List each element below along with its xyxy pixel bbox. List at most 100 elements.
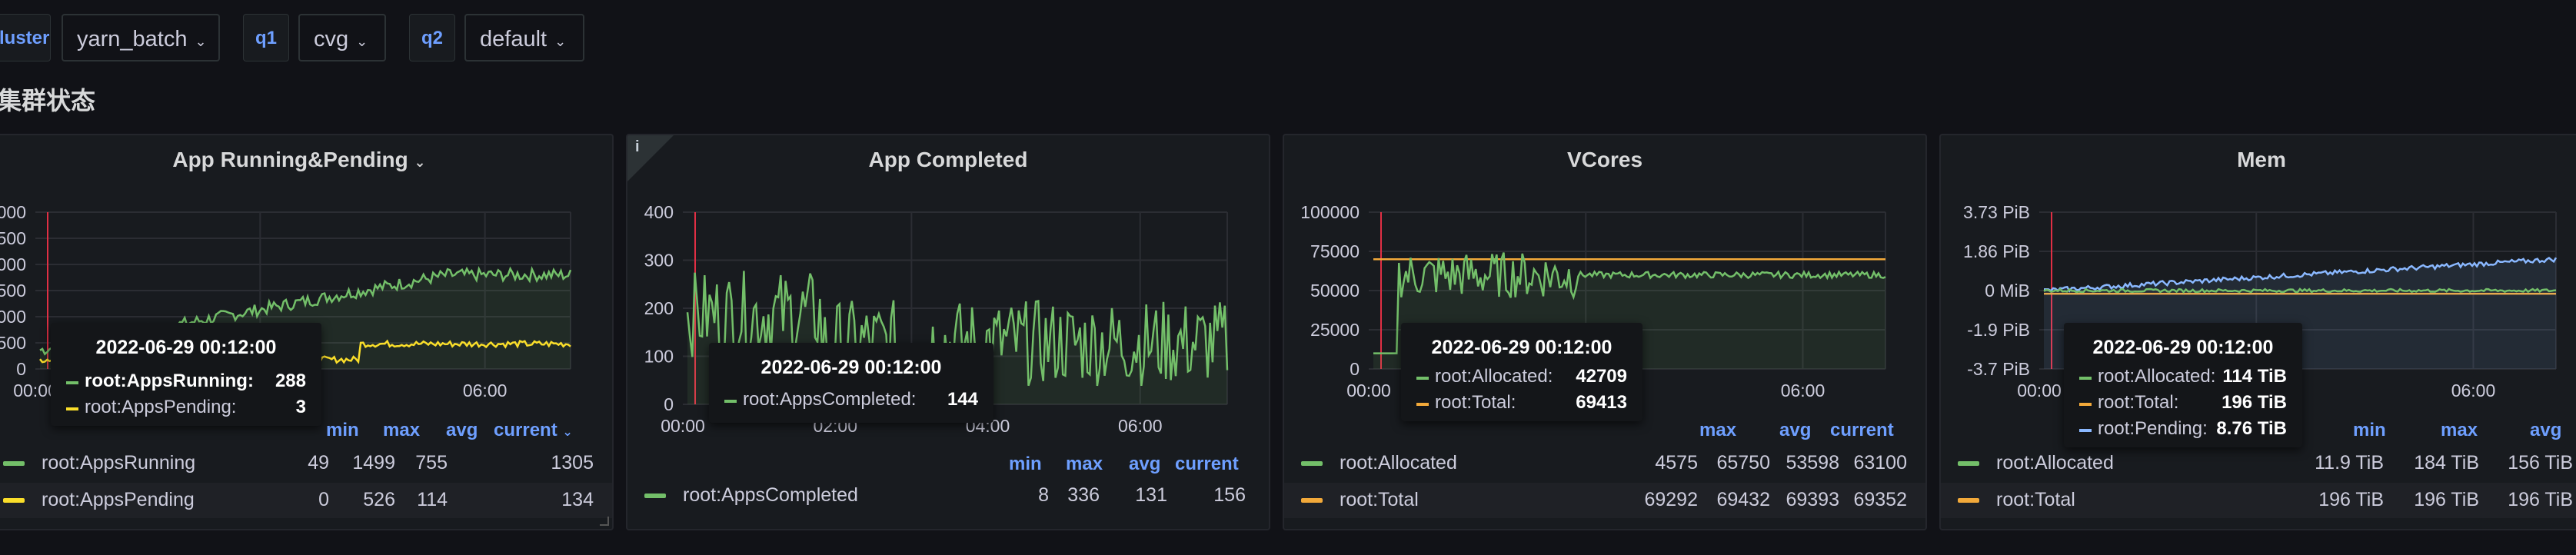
legend-header-current[interactable]: current	[1830, 420, 1894, 441]
legend-current: 69352	[1853, 489, 1907, 510]
tooltip-row: root:Total: 69413	[1416, 392, 1627, 417]
y-tick-label: 0	[1350, 359, 1360, 379]
variable-label-q2: q2	[409, 14, 455, 61]
y-tick-label: 300	[644, 251, 674, 271]
series-swatch	[2079, 429, 2092, 432]
y-tick-label: 3.73 PiB	[1963, 202, 2030, 222]
series-swatch	[1958, 498, 1979, 503]
tooltip-time: 2022-06-29 00:12:00	[2092, 337, 2274, 358]
panel-mem[interactable]: Mem 3.73 PiB 1.86 PiB 0 MiB -1.9 PiB -3.7 Pi…	[1939, 134, 2576, 530]
legend-header-max[interactable]: max	[1699, 420, 1736, 441]
legend-row[interactable]: root:AppsCompleted 8 336 131 156	[627, 478, 1269, 513]
legend-header-max[interactable]: max	[383, 420, 420, 441]
legend-min: 196 TiB	[2318, 489, 2384, 510]
y-tick-label: -1.9 PiB	[1967, 320, 2030, 340]
legend-header-avg[interactable]: avg	[2530, 420, 2561, 441]
legend-min: 11.9 TiB	[2315, 452, 2384, 474]
tooltip-series-name: root:Allocated:	[2098, 366, 2216, 387]
legend-max: 65750	[1716, 452, 1770, 474]
legend-header-min[interactable]: min	[2353, 420, 2386, 441]
legend-avg: 131	[1135, 484, 1167, 506]
x-tick-label: 06:00	[1118, 416, 1163, 436]
legend-header-avg[interactable]: avg	[446, 420, 478, 441]
legend-header-max[interactable]: max	[2441, 420, 2478, 441]
tooltip-row: root:AppsCompleted: 144	[724, 389, 978, 414]
legend-max: 526	[363, 489, 395, 510]
tooltip-row: root:AppsPending: 3	[66, 397, 306, 421]
panel-resize-handle[interactable]	[600, 517, 609, 526]
legend-min: 8	[1038, 484, 1049, 506]
legend-series-name: root:AppsCompleted	[683, 484, 858, 506]
legend-series-name: root:Total	[1340, 489, 1419, 510]
legend-avg: 156 TiB	[2508, 452, 2573, 474]
chevron-down-icon: ⌄	[195, 34, 207, 49]
y-tick-label: 500	[0, 333, 26, 353]
x-tick-label: 00:00	[661, 416, 705, 436]
legend-header-avg[interactable]: avg	[1129, 454, 1160, 475]
tooltip-row: root:Allocated: 42709	[1416, 366, 1627, 390]
legend-header-avg[interactable]: avg	[1779, 420, 1811, 441]
x-tick-label: 06:00	[2451, 381, 2496, 400]
legend-series-name: root:Allocated	[1340, 452, 1457, 474]
series-swatch	[1416, 403, 1429, 406]
legend-max: 184 TiB	[2414, 452, 2479, 474]
graph-tooltip: 2022-06-29 00:12:00 root:AppsRunning: 288…	[51, 323, 321, 426]
legend-row[interactable]: root:Total 69292 69432 69393 69352	[1284, 483, 1925, 518]
legend-row[interactable]: root:AppsRunning 49 1499 755 1305	[0, 446, 612, 481]
legend-header-max[interactable]: max	[1066, 454, 1103, 475]
y-tick-label: 400	[644, 202, 674, 222]
series-swatch	[66, 381, 78, 384]
tooltip-series-value: 196 TiB	[2222, 392, 2287, 413]
y-tick-label: 1.86 PiB	[1963, 241, 2030, 261]
variable-label-cluster: luster	[0, 14, 51, 61]
series-swatch	[2079, 377, 2092, 380]
x-tick-label: 06:00	[1781, 381, 1825, 400]
x-tick-label: 00:00	[2017, 381, 2062, 400]
series-swatch	[1301, 461, 1323, 466]
graph-tooltip: 2022-06-29 00:12:00 root:Allocated: 42709…	[1401, 323, 1642, 421]
y-tick-label: 000	[0, 202, 26, 222]
panel-vcores[interactable]: VCores 100000 75000 50000 25000 0 00:00 06:00 …	[1283, 134, 1927, 530]
y-tick-label: -3.7 PiB	[1967, 359, 2030, 379]
variable-select-cluster[interactable]: yarn_batch ⌄	[62, 14, 220, 61]
graph-area[interactable]: 400300200100000:00 02:00 04:00 06:00	[627, 135, 1270, 530]
x-tick-label: 06:00	[463, 381, 508, 400]
y-tick-label: 0 MiB	[1985, 281, 2030, 301]
legend-row[interactable]: root:Allocated 11.9 TiB 184 TiB 156 TiB	[1941, 446, 2576, 481]
legend-header-current-text: current	[494, 420, 557, 440]
tooltip-series-value: 288	[275, 371, 306, 391]
panel-app-running-pending[interactable]: App Running&Pending ⌄ 000500000500000500…	[0, 134, 614, 530]
variable-value-cluster: yarn_batch	[77, 27, 188, 52]
series-swatch	[3, 461, 25, 466]
tooltip-series-name: root:Allocated:	[1435, 366, 1553, 387]
legend-header-min[interactable]: min	[326, 420, 359, 441]
legend-header-min[interactable]: min	[1009, 454, 1042, 475]
legend-row[interactable]: root:Total 196 TiB 196 TiB 196 TiB	[1941, 483, 2576, 518]
row-title[interactable]: 集群状态	[0, 81, 95, 117]
legend-header-current[interactable]: current ⌄	[494, 420, 573, 441]
legend-min: 0	[318, 489, 329, 510]
series-swatch	[3, 498, 25, 503]
variable-select-q1[interactable]: cvg ⌄	[298, 14, 386, 61]
tooltip-series-name: root:Total:	[1435, 392, 1516, 413]
legend-current: 1305	[551, 452, 594, 474]
y-tick-label: 50000	[1310, 281, 1360, 301]
legend-current: 134	[561, 489, 594, 510]
legend-row[interactable]: root:Allocated 4575 65750 53598 63100	[1284, 446, 1925, 481]
series-swatch	[66, 407, 78, 410]
legend-max: 69432	[1716, 489, 1770, 510]
legend-min: 69292	[1644, 489, 1698, 510]
series-swatch	[1301, 498, 1323, 503]
panel-app-completed[interactable]: i App Completed 400 300 200 100 0 00:00 02:00 0…	[626, 134, 1270, 530]
tooltip-series-value: 144	[947, 389, 978, 410]
series-swatch	[1416, 377, 1429, 380]
legend-series-name: root:Total	[1996, 489, 2075, 510]
legend-max: 1499	[352, 452, 395, 474]
graph-tooltip: 2022-06-29 00:12:00 root:AppsCompleted: 1…	[709, 343, 993, 423]
y-tick-label: 75000	[1310, 241, 1360, 261]
variable-select-q2[interactable]: default ⌄	[464, 14, 584, 61]
tooltip-series-name: root:AppsCompleted:	[743, 389, 917, 410]
legend-row[interactable]: root:AppsPending 0 526 114 134	[0, 483, 612, 518]
legend-header-current[interactable]: current	[1175, 454, 1239, 475]
tooltip-series-value: 8.76 TiB	[2216, 418, 2287, 439]
